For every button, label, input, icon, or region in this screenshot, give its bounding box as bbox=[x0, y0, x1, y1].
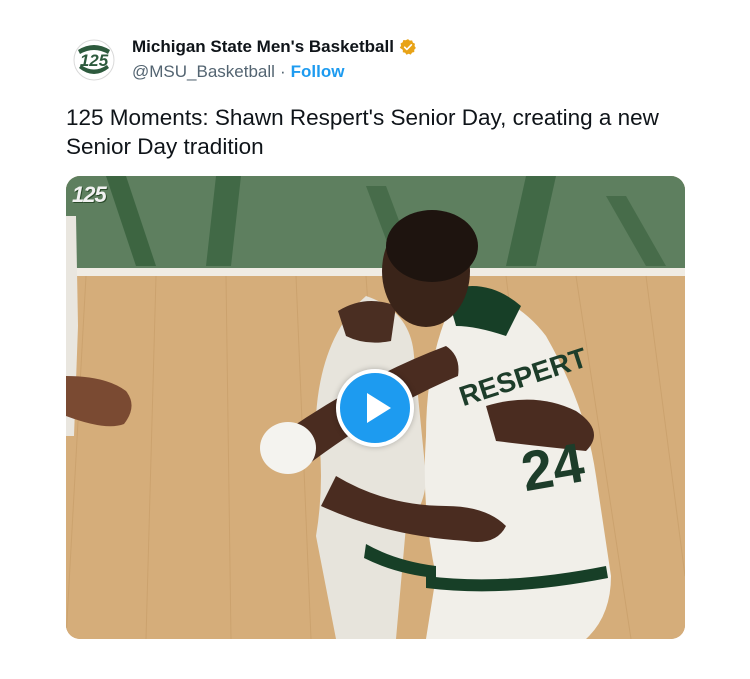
tweet-card: 125 Michigan State Men's Basketball @MSU… bbox=[0, 0, 750, 679]
handle-separator: · bbox=[279, 62, 286, 81]
account-handle[interactable]: @MSU_Basketball bbox=[132, 62, 275, 82]
avatar-logo-text: 125 bbox=[80, 51, 109, 70]
play-button[interactable] bbox=[336, 369, 414, 447]
follow-button[interactable]: Follow bbox=[291, 62, 345, 82]
avatar[interactable]: 125 bbox=[70, 36, 118, 84]
video-player[interactable]: RESPERT 24 125 bbox=[66, 176, 685, 639]
tweet-text: 125 Moments: Shawn Respert's Senior Day,… bbox=[66, 105, 659, 159]
msu-125-logo-icon: 125 bbox=[73, 39, 115, 81]
play-icon bbox=[366, 393, 391, 423]
display-name[interactable]: Michigan State Men's Basketball bbox=[132, 37, 394, 57]
account-names: Michigan State Men's Basketball @MSU_Bas… bbox=[132, 36, 417, 84]
verified-badge-icon bbox=[399, 38, 417, 56]
jersey-number-text: 24 bbox=[516, 430, 588, 503]
video-watermark: 125 bbox=[72, 182, 107, 207]
